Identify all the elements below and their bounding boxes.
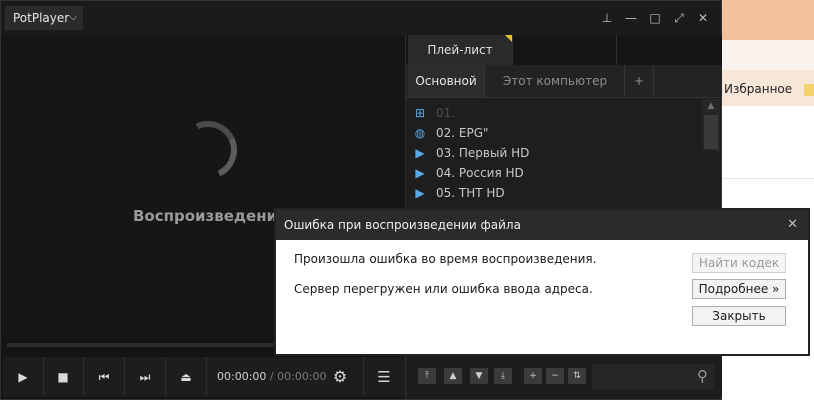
- network-folder-icon: ⊞: [414, 106, 426, 120]
- chevron-down-icon: ⌵: [69, 12, 77, 23]
- stop-icon[interactable]: ■: [43, 357, 84, 397]
- play-icon: ▶: [415, 166, 425, 180]
- subtab-add[interactable]: +: [624, 65, 654, 97]
- list-item[interactable]: ▶ 04. Россия HD: [412, 163, 523, 183]
- time-separator: /: [269, 370, 274, 383]
- duration: 00:00:00: [277, 370, 327, 383]
- title-bar: PotPlayer ⌵ ⊥ — □ ⤢ ✕: [1, 1, 721, 35]
- scrollbar-thumb[interactable]: [704, 115, 718, 149]
- move-top-icon[interactable]: ⤒: [418, 368, 436, 384]
- tab-playlist[interactable]: Плей-лист: [408, 35, 512, 65]
- playlist-menu-icon[interactable]: ☰: [363, 357, 404, 397]
- move-up-icon[interactable]: ▲: [444, 368, 462, 384]
- close-icon[interactable]: ✕: [691, 10, 715, 26]
- fullscreen-icon[interactable]: ⤢: [667, 10, 691, 26]
- subtab-main[interactable]: Основной: [408, 65, 484, 97]
- maximize-icon[interactable]: □: [643, 10, 667, 26]
- pin-icon[interactable]: ⊥: [595, 10, 619, 26]
- scroll-up-icon[interactable]: ▲: [702, 99, 720, 113]
- app-name: PotPlayer: [13, 11, 70, 25]
- dialog-title: Ошибка при воспроизведении файла: [284, 218, 521, 232]
- move-bottom-icon[interactable]: ⤓: [494, 368, 512, 384]
- playlist-header: Плей-лист: [406, 35, 722, 65]
- bookmark-favorites[interactable]: Избранное: [724, 82, 792, 96]
- eject-icon[interactable]: ⏏: [166, 357, 207, 397]
- loading-spinner-icon: [170, 112, 246, 188]
- playlist-toolbar: ⤒ ▲ ▼ ⤓ + − ⇅ ⚲: [406, 357, 722, 397]
- dialog-titlebar: Ошибка при воспроизведении файла ✕: [276, 210, 808, 240]
- app-menu-button[interactable]: PotPlayer ⌵: [5, 6, 83, 30]
- list-item[interactable]: ◍ 02. EPG": [412, 123, 489, 143]
- background-browser-titlebar: [722, 0, 814, 40]
- background-divider: [722, 178, 814, 179]
- play-icon: ▶: [415, 146, 425, 160]
- close-button[interactable]: Закрыть: [692, 306, 786, 326]
- tab-playlist-label: Плей-лист: [427, 43, 493, 57]
- details-button[interactable]: Подробнее »: [692, 279, 786, 299]
- next-icon[interactable]: ⏭: [125, 357, 166, 397]
- active-marker-icon: [505, 35, 512, 42]
- current-time: 00:00:00: [217, 370, 267, 383]
- settings-gear-icon[interactable]: ⚙: [321, 357, 359, 397]
- sort-icon[interactable]: ⇅: [568, 368, 586, 384]
- background-browser-tab: [722, 40, 814, 70]
- playlist-subtabs: Основной Этот компьютер +: [406, 65, 722, 98]
- error-message: Произошла ошибка во время воспроизведени…: [294, 252, 597, 266]
- find-codec-button[interactable]: Найти кодек: [692, 253, 786, 273]
- close-icon[interactable]: ✕: [787, 210, 798, 240]
- tab-empty-2[interactable]: [512, 35, 617, 65]
- folder-icon: [804, 84, 814, 96]
- list-item[interactable]: ▶ 05. ТНТ HD: [412, 183, 504, 203]
- error-detail-message: Сервер перегружен или ошибка ввода адрес…: [294, 282, 593, 296]
- error-dialog: Ошибка при воспроизведении файла ✕ Произ…: [274, 208, 810, 356]
- remove-item-icon[interactable]: −: [546, 368, 564, 384]
- previous-icon[interactable]: ⏮: [84, 357, 125, 397]
- globe-icon: ◍: [414, 126, 426, 140]
- playlist-search-field[interactable]: ⚲: [592, 364, 714, 390]
- play-icon[interactable]: ▶: [3, 357, 44, 397]
- search-icon[interactable]: ⚲: [697, 367, 708, 385]
- playback-controls: ▶ ■ ⏮ ⏭ ⏏ 00:00:00 / 00:00:00 ⚙ ☰: [3, 357, 405, 397]
- add-item-icon[interactable]: +: [524, 368, 542, 384]
- minimize-icon[interactable]: —: [619, 10, 643, 26]
- playlist-items: ⊞ 01. ◍ 02. EPG" ▶ 03. Первый HD ▶ 04. Росси…: [406, 99, 702, 209]
- list-item[interactable]: ▶ 03. Первый HD: [412, 143, 529, 163]
- playlist-scrollbar[interactable]: ▲: [702, 99, 720, 151]
- play-icon: ▶: [415, 186, 425, 200]
- tab-empty-3[interactable]: [616, 35, 723, 65]
- list-item[interactable]: ⊞ 01.: [412, 103, 455, 123]
- move-down-icon[interactable]: ▼: [470, 368, 488, 384]
- time-display: 00:00:00 / 00:00:00: [217, 357, 327, 397]
- subtab-this-computer[interactable]: Этот компьютер: [484, 65, 625, 97]
